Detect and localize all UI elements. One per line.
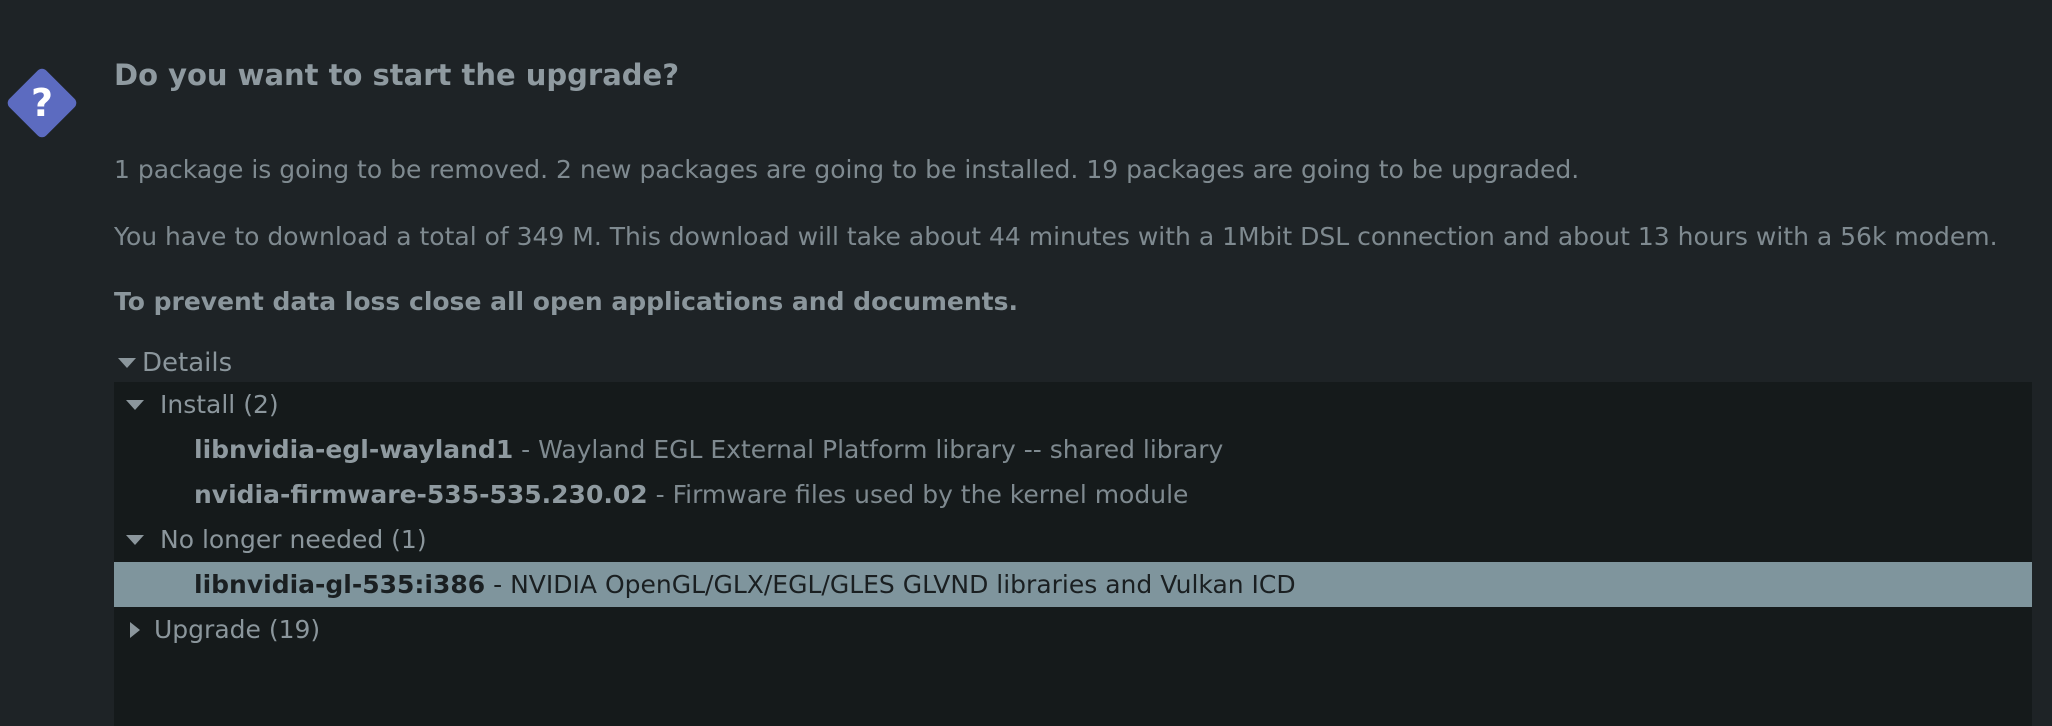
expander-right-icon [130,621,140,638]
package-description: Firmware files used by the kernel module [672,480,1189,509]
details-expander[interactable]: Details [114,347,232,379]
package-tree[interactable]: Install (2) libnvidia-egl-wayland1 - Way… [114,382,2032,726]
package-name: libnvidia-gl-535:i386 [194,570,486,599]
expander-down-icon [126,534,144,545]
group-label: No longer needed (1) [160,525,427,554]
data-loss-warning: To prevent data loss close all open appl… [114,287,1018,316]
tree-row[interactable]: libnvidia-egl-wayland1 - Wayland EGL Ext… [114,427,2032,472]
tree-group-install[interactable]: Install (2) [114,382,2032,427]
svg-text:?: ? [31,81,53,125]
tree-row-selected[interactable]: libnvidia-gl-535:i386 - NVIDIA OpenGL/GL… [114,562,2032,607]
expander-down-icon [126,399,144,410]
tree-group-no-longer-needed[interactable]: No longer needed (1) [114,517,2032,562]
package-description: NVIDIA OpenGL/GLX/EGL/GLES GLVND librari… [510,570,1296,599]
package-name: libnvidia-egl-wayland1 [194,435,514,464]
group-label: Install (2) [160,390,279,419]
separator: - [485,570,511,599]
dialog-heading: Do you want to start the upgrade? [114,58,680,92]
details-label: Details [142,348,233,378]
separator: - [513,435,539,464]
separator: - [647,480,673,509]
package-description: Wayland EGL External Platform library --… [538,435,1224,464]
expander-down-icon [118,358,136,368]
download-info: You have to download a total of 349 M. T… [114,222,1998,251]
question-icon: ? [2,63,82,143]
package-name: nvidia-firmware-535-535.230.02 [194,480,648,509]
upgrade-summary: 1 package is going to be removed. 2 new … [114,155,1580,184]
upgrade-dialog: ? Do you want to start the upgrade? 1 pa… [0,0,2052,726]
group-label: Upgrade (19) [154,615,321,644]
tree-row[interactable]: nvidia-firmware-535-535.230.02 - Firmwar… [114,472,2032,517]
tree-group-upgrade[interactable]: Upgrade (19) [114,607,2032,652]
